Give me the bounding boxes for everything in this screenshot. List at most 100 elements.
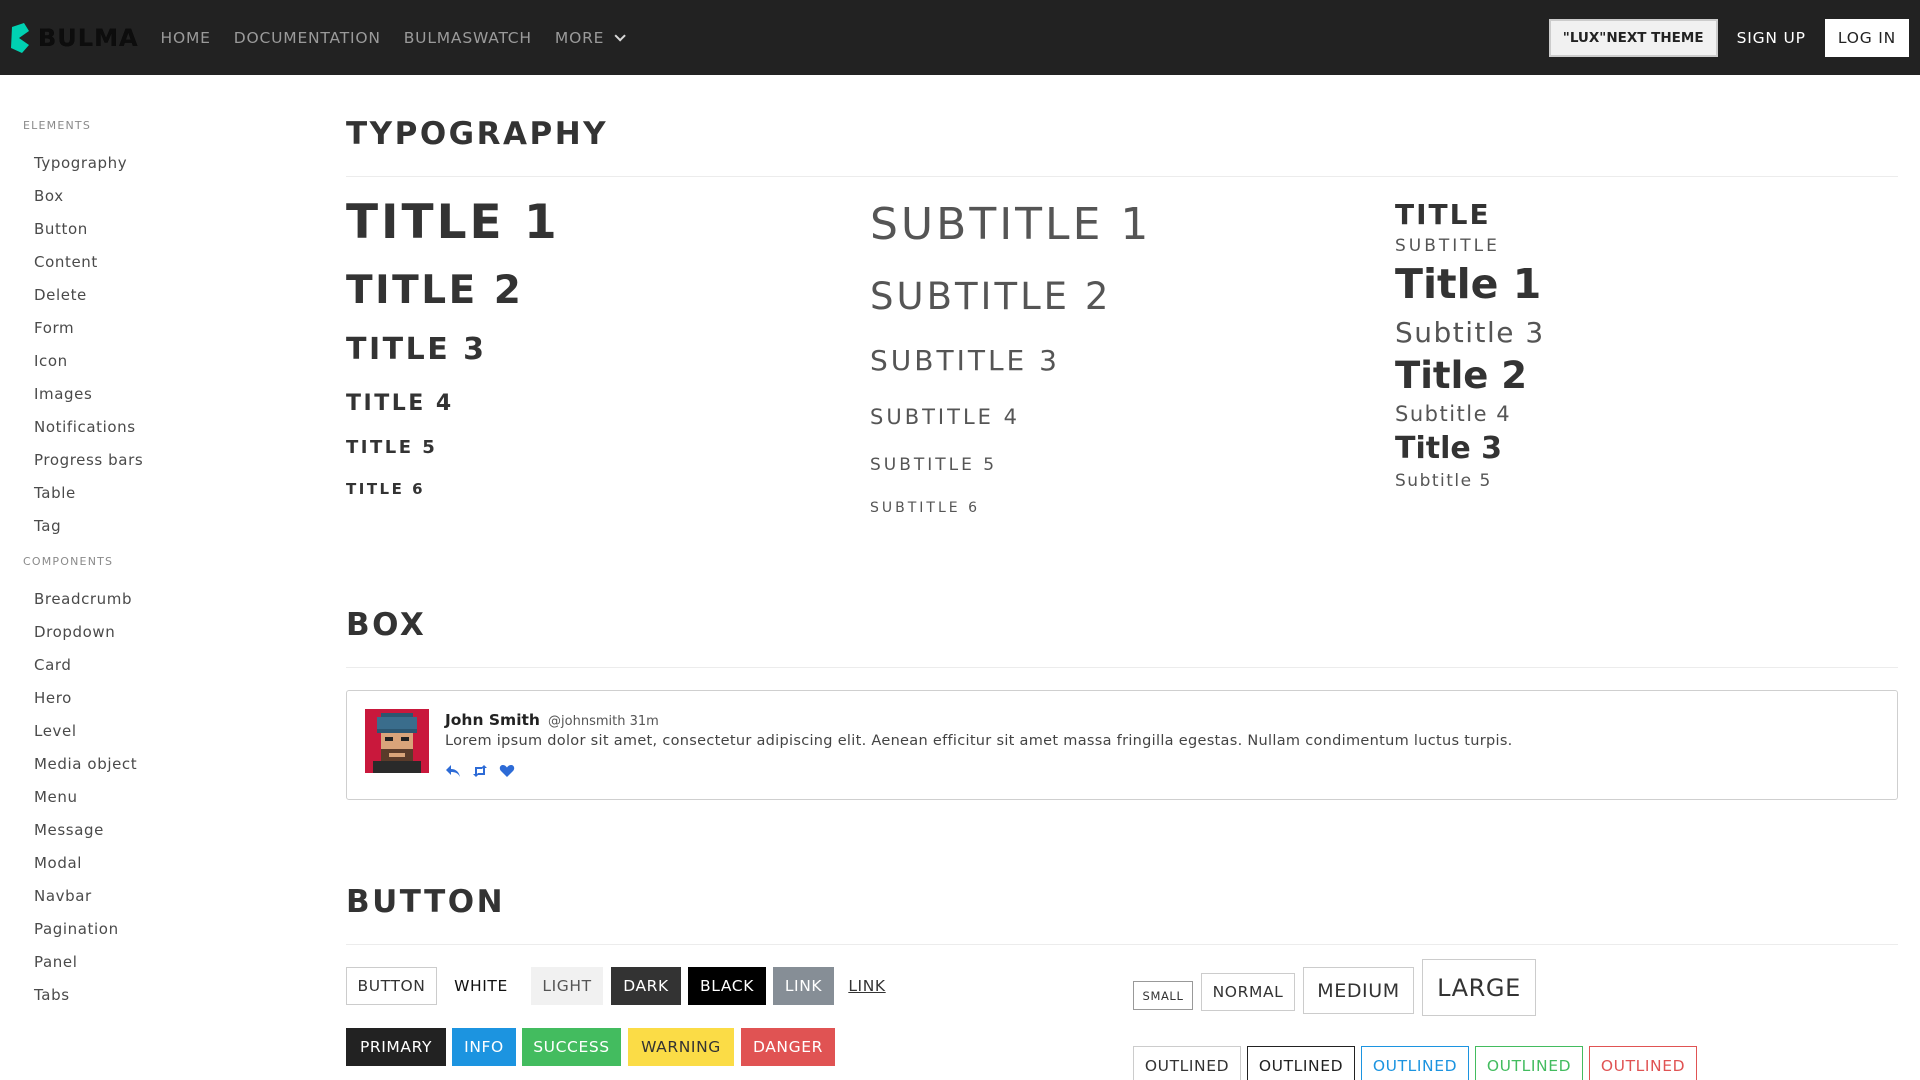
- sidebar-item-hero[interactable]: Hero: [34, 682, 300, 715]
- dark-button[interactable]: DARK: [611, 967, 681, 1005]
- avatar: [365, 709, 429, 773]
- divider: [346, 944, 1898, 945]
- subtitle-4: SUBTITLE 4: [870, 405, 1020, 429]
- medium-button[interactable]: MEDIUM: [1303, 967, 1414, 1014]
- tweet-box: John Smith @johnsmith 31m Lorem ipsum do…: [346, 690, 1898, 800]
- danger-button[interactable]: DANGER: [741, 1028, 835, 1066]
- nav-item-label: DOCUMENTATION: [233, 28, 381, 47]
- chevron-down-icon: [614, 29, 627, 42]
- brand-name: BULMA: [38, 23, 139, 52]
- brand-link[interactable]: BULMA: [10, 0, 139, 75]
- outlined-info-button[interactable]: OUTLINED: [1361, 1046, 1469, 1080]
- warning-button[interactable]: WARNING: [628, 1028, 734, 1066]
- components-list: Breadcrumb Dropdown Card Hero Level Medi…: [0, 583, 300, 1012]
- sidebar-item-modal[interactable]: Modal: [34, 847, 300, 880]
- mixed-title-2: Title 2: [1395, 354, 1528, 397]
- light-button[interactable]: LIGHT: [531, 967, 603, 1005]
- sidebar-item-icon[interactable]: Icon: [34, 345, 300, 378]
- sidebar-item-menu[interactable]: Menu: [34, 781, 300, 814]
- bulma-logo-icon: [10, 22, 30, 53]
- menu-label-elements: ELEMENTS: [23, 119, 91, 132]
- nav-menu: HOME DOCUMENTATION BULMASWATCH MORE: [161, 0, 646, 75]
- title-3: TITLE 3: [346, 332, 487, 367]
- sidebar-item-media-object[interactable]: Media object: [34, 748, 300, 781]
- sidebar-item-box[interactable]: Box: [34, 180, 300, 213]
- retweet-icon[interactable]: [471, 763, 489, 782]
- sidebar-item-form[interactable]: Form: [34, 312, 300, 345]
- sidebar-item-progress-bars[interactable]: Progress bars: [34, 444, 300, 477]
- sidebar-item-images[interactable]: Images: [34, 378, 300, 411]
- button-heading: BUTTON: [346, 884, 506, 920]
- title-6: TITLE 6: [346, 480, 426, 498]
- white-button[interactable]: WHITE: [443, 967, 519, 1005]
- mixed-subtitle-3: Subtitle 3: [1395, 316, 1545, 349]
- sidebar-item-dropdown[interactable]: Dropdown: [34, 616, 300, 649]
- title-2: TITLE 2: [346, 268, 524, 313]
- subtitle-2: SUBTITLE 2: [870, 275, 1112, 318]
- subtitle-5: SUBTITLE 5: [870, 455, 998, 475]
- top-navbar: BULMA HOME DOCUMENTATION BULMASWATCH MOR…: [0, 0, 1920, 75]
- outlined-success-button[interactable]: OUTLINED: [1475, 1046, 1583, 1080]
- nav-item-bulmaswatch[interactable]: BULMASWATCH: [404, 29, 532, 47]
- nav-item-label: MORE: [554, 28, 605, 47]
- subtitle-3: SUBTITLE 3: [870, 344, 1060, 377]
- sidebar-item-content[interactable]: Content: [34, 246, 300, 279]
- outlined-button[interactable]: OUTLINED: [1133, 1046, 1241, 1080]
- default-button[interactable]: BUTTON: [346, 967, 437, 1005]
- sidebar-item-navbar[interactable]: Navbar: [34, 880, 300, 913]
- sidebar-item-tag[interactable]: Tag: [34, 510, 300, 543]
- sidebar-item-tabs[interactable]: Tabs: [34, 979, 300, 1012]
- elements-list: Typography Box Button Content Delete For…: [0, 147, 300, 543]
- reply-icon[interactable]: [445, 763, 461, 782]
- title-5: TITLE 5: [346, 437, 438, 458]
- link-color-button[interactable]: LINK: [773, 967, 834, 1005]
- nav-item-label: BULMASWATCH: [403, 28, 532, 47]
- author-handle: @johnsmith 31m: [548, 714, 659, 729]
- mixed-subtitle-4: Subtitle 4: [1395, 402, 1512, 426]
- outlined-dark-button[interactable]: OUTLINED: [1247, 1046, 1355, 1080]
- nav-item-documentation[interactable]: DOCUMENTATION: [234, 29, 381, 47]
- nav-item-home[interactable]: HOME: [161, 29, 211, 47]
- subtitle-1: SUBTITLE 1: [870, 199, 1152, 250]
- sidebar-item-typography[interactable]: Typography: [34, 147, 300, 180]
- normal-button[interactable]: NORMAL: [1201, 973, 1295, 1011]
- mixed-subtitle: SUBTITLE: [1395, 236, 1500, 256]
- next-theme-button[interactable]: "LUX"NEXT THEME: [1548, 18, 1718, 57]
- primary-button[interactable]: PRIMARY: [346, 1028, 446, 1066]
- large-button[interactable]: LARGE: [1422, 959, 1536, 1016]
- mixed-title-1: Title 1: [1395, 260, 1542, 308]
- sidebar-item-card[interactable]: Card: [34, 649, 300, 682]
- outlined-danger-button[interactable]: OUTLINED: [1589, 1046, 1697, 1080]
- mixed-title: TITLE: [1395, 198, 1491, 231]
- box-heading: BOX: [346, 607, 427, 643]
- author-name: John Smith: [445, 711, 540, 729]
- sidebar-item-notifications[interactable]: Notifications: [34, 411, 300, 444]
- small-button[interactable]: SMALL: [1133, 981, 1193, 1010]
- typography-heading: TYPOGRAPHY: [346, 116, 609, 152]
- heart-icon[interactable]: [499, 763, 515, 782]
- success-button[interactable]: SUCCESS: [522, 1028, 621, 1066]
- divider: [346, 667, 1898, 668]
- sidebar-item-breadcrumb[interactable]: Breadcrumb: [34, 583, 300, 616]
- sidebar-item-pagination[interactable]: Pagination: [34, 913, 300, 946]
- title-1: TITLE 1: [346, 195, 560, 250]
- black-button[interactable]: BLACK: [688, 967, 766, 1005]
- sidebar-menu: ELEMENTS Typography Box Button Content D…: [0, 75, 300, 1012]
- tweet-text: Lorem ipsum dolor sit amet, consectetur …: [445, 733, 1513, 749]
- info-button[interactable]: INFO: [452, 1028, 516, 1066]
- sidebar-item-panel[interactable]: Panel: [34, 946, 300, 979]
- sidebar-item-button[interactable]: Button: [34, 213, 300, 246]
- login-button[interactable]: LOG IN: [1824, 18, 1909, 57]
- nav-item-more-dropdown[interactable]: MORE: [554, 28, 627, 47]
- signup-link[interactable]: SIGN UP: [1737, 29, 1806, 47]
- link-text-button[interactable]: LINK: [842, 967, 892, 1005]
- tweet-header: John Smith @johnsmith 31m: [445, 710, 659, 729]
- divider: [346, 176, 1898, 177]
- sidebar-item-level[interactable]: Level: [34, 715, 300, 748]
- sidebar-item-delete[interactable]: Delete: [34, 279, 300, 312]
- mixed-title-3: Title 3: [1395, 431, 1503, 466]
- subtitle-6: SUBTITLE 6: [870, 500, 980, 516]
- mixed-subtitle-5: Subtitle 5: [1395, 471, 1492, 491]
- sidebar-item-table[interactable]: Table: [34, 477, 300, 510]
- sidebar-item-message[interactable]: Message: [34, 814, 300, 847]
